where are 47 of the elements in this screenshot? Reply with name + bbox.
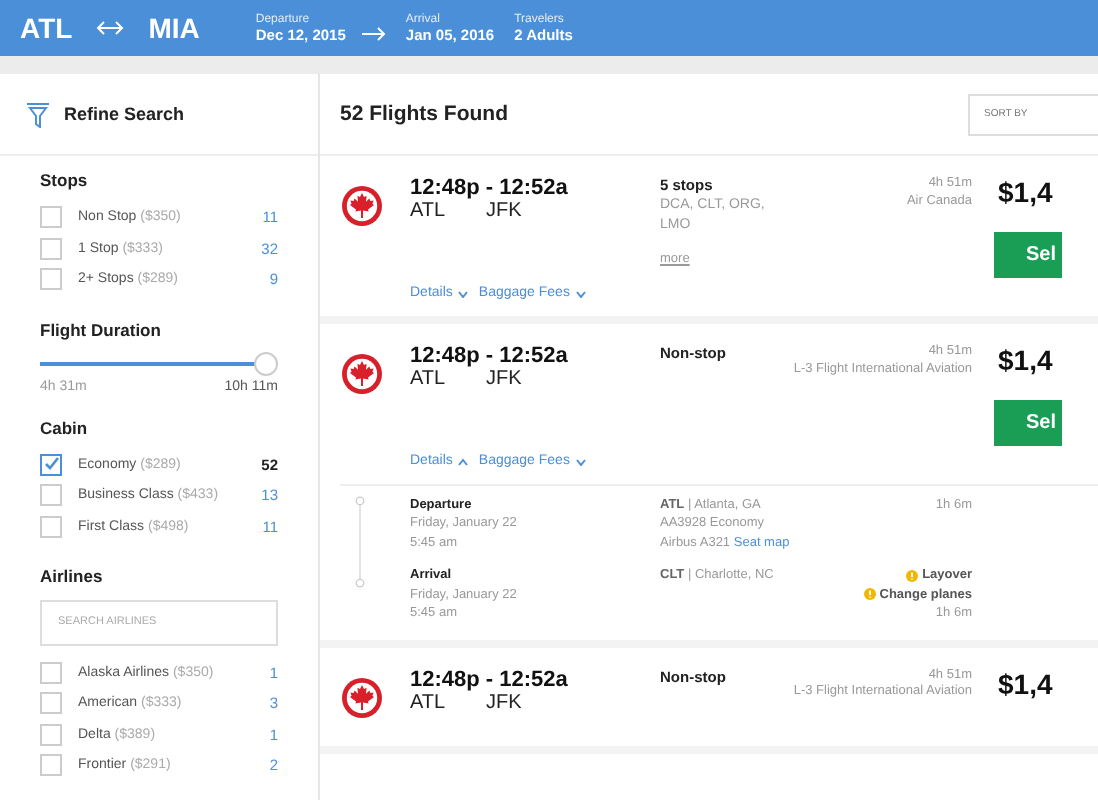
slider-thumb[interactable]	[254, 351, 278, 375]
maple-leaf-icon	[340, 352, 384, 396]
checkbox[interactable]	[40, 237, 62, 260]
flight-times: 12:48p - 12:52a	[410, 344, 570, 368]
chevron-down-icon	[458, 289, 469, 297]
checkbox[interactable]	[40, 268, 62, 291]
warning-icon	[863, 588, 876, 601]
chevron-down-icon	[575, 457, 586, 465]
section-heading: Flight Duration	[40, 319, 163, 339]
price: $1,4	[996, 176, 1053, 208]
chevron-down-icon	[575, 289, 586, 297]
checkbox[interactable]	[40, 723, 62, 746]
section-heading: Cabin	[40, 417, 90, 437]
duration-slider[interactable]	[40, 351, 278, 375]
checkbox[interactable]	[40, 661, 62, 684]
checkbox[interactable]	[40, 692, 62, 715]
checkbox[interactable]	[40, 206, 62, 229]
warning-icon	[906, 569, 919, 582]
section-heading: Airlines	[40, 566, 105, 586]
chevron-up-icon	[458, 457, 469, 465]
arrow-icon	[361, 25, 386, 41]
airport-code: JFK	[486, 368, 522, 390]
origin-code: ATL	[20, 12, 73, 44]
price: $1,4	[996, 344, 1053, 376]
results-heading: 52 Flights Found	[340, 102, 508, 126]
maple-leaf-icon	[340, 184, 384, 228]
price: $1,4	[996, 667, 1053, 700]
timeline-drawing	[354, 496, 366, 588]
airport-code: ATL	[410, 200, 448, 222]
sidebar-title: Refine Search	[64, 104, 185, 124]
airport-code: JFK	[486, 691, 522, 714]
checkbox[interactable]	[40, 453, 62, 476]
swap-arrows-icon	[96, 20, 125, 36]
filter-icon	[26, 101, 50, 127]
select-button[interactable]: Sel	[994, 232, 1062, 278]
flight-times: 12:48p - 12:52a	[410, 667, 570, 692]
airport-code: JFK	[486, 200, 522, 222]
destination-code: MIA	[148, 12, 200, 44]
checkbox[interactable]	[40, 515, 62, 538]
section-heading: Stops	[40, 170, 90, 190]
airport-code: ATL	[410, 691, 448, 714]
select-button[interactable]: Sel	[994, 400, 1062, 446]
flight-times: 12:48p - 12:52a	[410, 176, 570, 200]
checkbox[interactable]	[40, 754, 62, 777]
maple-leaf-icon	[340, 675, 384, 720]
airport-code: ATL	[410, 368, 448, 390]
checkbox[interactable]	[40, 484, 62, 507]
